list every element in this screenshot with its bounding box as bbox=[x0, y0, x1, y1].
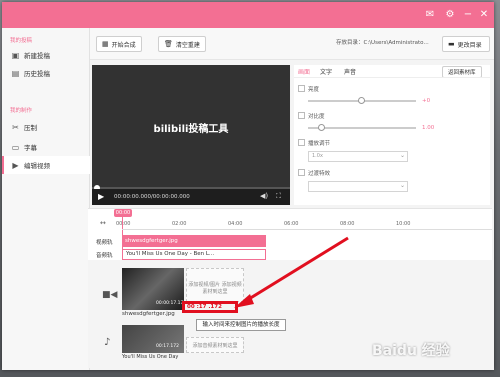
brightness-checkbox[interactable] bbox=[298, 85, 305, 92]
start-compose-label: 开始合成 bbox=[111, 41, 136, 49]
audio-thumbnail[interactable]: 00:17.172 bbox=[122, 325, 184, 353]
video-thumbnail[interactable]: 00:00:17.172 bbox=[122, 268, 186, 310]
output-path: 存放目录：C:\Users\Administrato... bbox=[336, 38, 442, 52]
edit-video-icon: ▶ bbox=[12, 160, 19, 170]
volume-icon[interactable]: ◀) bbox=[260, 192, 268, 200]
tab-sound[interactable]: 声音 bbox=[344, 67, 356, 76]
tab-text[interactable]: 文字 bbox=[320, 67, 332, 76]
tick-label: 00:00 bbox=[116, 221, 131, 227]
chevron-down-icon: ⌄ bbox=[400, 152, 406, 159]
output-path-value: C:\Users\Administrato... bbox=[363, 40, 429, 46]
sidebar-item-compress[interactable]: ✂ 压制 bbox=[2, 118, 90, 136]
watermark: Baidu 经验 bbox=[372, 343, 450, 359]
subtitle-icon: ▭ bbox=[11, 142, 20, 152]
speed-label: 播放调节 bbox=[308, 141, 331, 147]
zoom-arrows-icon[interactable]: ↔ bbox=[100, 219, 106, 227]
tick-label: 08:00 bbox=[340, 221, 355, 227]
tab-divider bbox=[294, 77, 490, 78]
fullscreen-icon[interactable]: ⛶ bbox=[276, 192, 281, 201]
start-compose-button[interactable]: ▦ 开始合成 bbox=[96, 36, 142, 52]
title-bar: ✉ ⚙ − ✕ bbox=[2, 2, 494, 28]
tick-label: 10:00 bbox=[396, 221, 411, 227]
sidebar: 我的投稿 ▣ 新建投稿 ▤ 历史投稿 我的制作 ✂ 压制 ▭ 字幕 ▶ 编辑视频 bbox=[2, 28, 90, 370]
properties-panel: 画面 文字 声音 返回素材库 亮度 +0 对比度 1.00 播放调节 1.0x … bbox=[294, 65, 490, 205]
player-controls: ▶ 00:00:00.000/00:00:00.000 ◀) ⛶ bbox=[92, 189, 290, 205]
sidebar-item-history[interactable]: ▤ 历史投稿 bbox=[2, 64, 90, 82]
mail-icon[interactable]: ✉ bbox=[424, 9, 436, 21]
speed-checkbox[interactable] bbox=[298, 139, 305, 146]
bilibili-logo: bilibili投稿工具 bbox=[153, 123, 229, 135]
history-icon: ▤ bbox=[11, 68, 20, 78]
play-icon[interactable]: ▶ bbox=[98, 192, 104, 201]
upload-icon: ▣ bbox=[11, 50, 20, 60]
sidebar-item-new-upload[interactable]: ▣ 新建投稿 bbox=[2, 46, 90, 64]
clear-rebuild-button[interactable]: 🗑 清空重建 bbox=[158, 36, 206, 52]
tick-label: 02:00 bbox=[172, 221, 187, 227]
audio-thumb-time: 00:17.172 bbox=[156, 344, 179, 349]
video-file-name: shwesdgfertger.jpg bbox=[122, 311, 175, 317]
audio-track-label: 音频轨 bbox=[96, 253, 113, 259]
change-directory-button[interactable]: ▬ 更改目录 bbox=[442, 36, 490, 52]
tab-picture[interactable]: 画面 bbox=[298, 67, 310, 76]
video-track-label: 视频轨 bbox=[96, 240, 113, 246]
folder-icon: ▬ bbox=[448, 40, 455, 48]
tick-label: 06:00 bbox=[284, 221, 299, 227]
transition-checkbox[interactable] bbox=[298, 169, 305, 176]
playhead-label[interactable]: 00:00 bbox=[114, 209, 132, 217]
audio-file-name: You'll Miss Us One Day bbox=[122, 354, 179, 360]
video-camera-icon: ■◀ bbox=[102, 290, 118, 300]
sidebar-item-edit-video[interactable]: ▶ 编辑视频 bbox=[2, 156, 90, 174]
brightness-label: 亮度 bbox=[308, 87, 320, 93]
compress-icon: ✂ bbox=[12, 122, 19, 132]
sidebar-item-label: 新建投稿 bbox=[24, 52, 50, 60]
toolbar: ▦ 开始合成 🗑 清空重建 存放目录：C:\Users\Administrato… bbox=[90, 28, 494, 60]
minimize-icon[interactable]: − bbox=[462, 9, 474, 21]
sidebar-item-label: 字幕 bbox=[24, 144, 37, 152]
sidebar-section-my-uploads: 我的投稿 bbox=[10, 38, 33, 44]
sidebar-item-subtitle[interactable]: ▭ 字幕 bbox=[2, 138, 90, 156]
compose-icon: ▦ bbox=[102, 40, 109, 48]
add-audio-slot[interactable]: 添加音频素材到这里 bbox=[186, 337, 244, 353]
transition-select[interactable] bbox=[308, 181, 408, 192]
contrast-label: 对比度 bbox=[308, 114, 325, 120]
gear-icon[interactable]: ⚙ bbox=[444, 9, 456, 21]
brightness-value: +0 bbox=[422, 98, 431, 104]
contrast-checkbox[interactable] bbox=[298, 112, 305, 119]
output-path-label: 存放目录： bbox=[336, 40, 364, 46]
annotation-arrow bbox=[234, 236, 349, 308]
contrast-knob[interactable] bbox=[318, 124, 325, 131]
brightness-knob[interactable] bbox=[358, 97, 365, 104]
sidebar-item-label: 压制 bbox=[24, 124, 37, 132]
duration-tooltip: 输入时间来控制图片的播放长度 bbox=[196, 319, 286, 331]
trash-icon: 🗑 bbox=[164, 40, 173, 48]
clear-rebuild-label: 清空重建 bbox=[175, 41, 200, 49]
time-readout: 00:00:00.000/00:00:00.000 bbox=[114, 194, 190, 200]
music-note-icon: ♪ bbox=[104, 337, 111, 348]
video-preview: bilibili投稿工具 ▶ 00:00:00.000/00:00:00.000… bbox=[92, 65, 290, 205]
chevron-down-icon: ⌄ bbox=[400, 182, 406, 189]
contrast-value: 1.00 bbox=[422, 125, 435, 131]
sidebar-section-my-production: 我的制作 bbox=[10, 108, 33, 114]
transition-label: 过渡特效 bbox=[308, 171, 331, 177]
close-icon[interactable]: ✕ bbox=[478, 9, 490, 21]
speed-select[interactable]: 1.0x bbox=[308, 151, 408, 162]
sidebar-item-label: 编辑视频 bbox=[24, 162, 50, 170]
sidebar-item-label: 历史投稿 bbox=[24, 70, 50, 78]
change-directory-label: 更改目录 bbox=[457, 41, 482, 49]
tick-label: 04:00 bbox=[228, 221, 243, 227]
